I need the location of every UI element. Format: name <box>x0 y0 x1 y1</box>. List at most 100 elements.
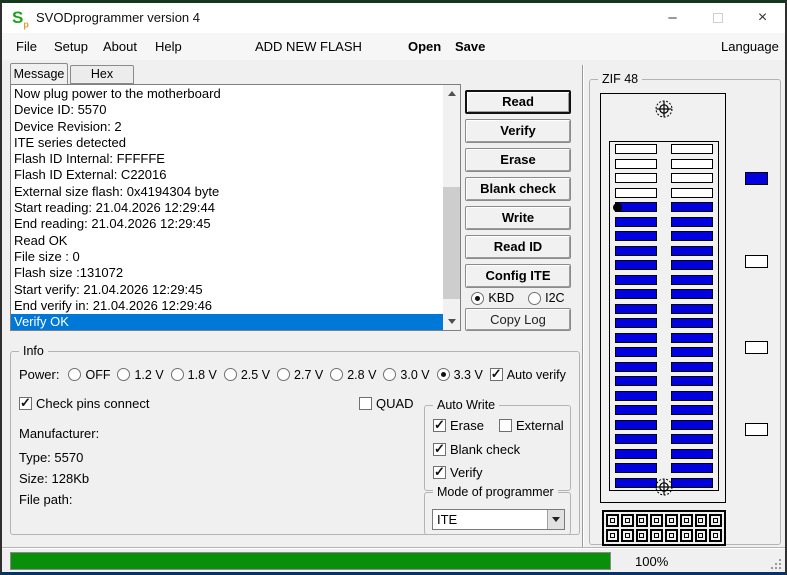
zif-pin <box>615 347 657 358</box>
zif-pin <box>615 260 657 271</box>
scroll-down-icon[interactable] <box>443 313 460 330</box>
radio-icon <box>117 368 131 381</box>
log-line[interactable]: ITE series detected <box>11 135 443 151</box>
zif-pin <box>615 332 657 343</box>
log-line[interactable]: Start reading: 21.04.2026 12:29:44 <box>11 200 443 216</box>
connector-pin <box>679 514 693 527</box>
power-radio-25v[interactable]: 2.5 V <box>223 368 270 382</box>
zif-pin <box>615 158 657 169</box>
power-radio-18v[interactable]: 1.8 V <box>170 368 217 382</box>
menu-item-setup[interactable]: Setup <box>54 39 88 54</box>
zif-pin <box>615 216 657 227</box>
message-log: Now plug power to the motherboard Device … <box>10 84 461 331</box>
title-bar: Sp SVODprogrammer version 4 – × <box>2 3 785 33</box>
bus-radio-kbd-label: KBD <box>488 291 515 305</box>
menu-item-add-new-flash[interactable]: ADD NEW FLASH <box>255 39 362 54</box>
power-radio-28v[interactable]: 2.8 V <box>330 368 376 382</box>
copy-log-button[interactable]: Copy Log <box>465 308 571 331</box>
auto-verify-checkbox[interactable]: Auto verify <box>489 366 566 382</box>
statusbar-divider <box>2 547 785 549</box>
mode-value: ITE <box>437 512 458 527</box>
log-line[interactable]: Device Revision: 2 <box>11 119 443 135</box>
auto-write-verify-checkbox[interactable]: Verify <box>433 464 483 480</box>
log-line[interactable]: Verify OK <box>11 314 443 330</box>
connector-pin <box>606 529 619 542</box>
zif-pin <box>671 448 713 459</box>
config-ite-button[interactable]: Config ITE <box>465 264 571 288</box>
auto-write-erase-checkbox[interactable]: Erase <box>433 417 484 433</box>
auto-write-external-checkbox[interactable]: External <box>499 418 564 433</box>
log-line[interactable]: External size flash: 0x4194304 byte <box>11 184 443 200</box>
read-button[interactable]: Read <box>465 90 571 114</box>
log-line[interactable]: Device ID: 5570 <box>11 102 443 118</box>
menu-bar: File Setup About Help ADD NEW FLASH Open Save L… <box>2 33 785 60</box>
tab-message[interactable]: Message <box>10 63 68 84</box>
log-line[interactable]: Start verify: 21.04.2026 12:29:45 <box>11 282 443 298</box>
zif-pin <box>615 173 657 184</box>
menu-item-help[interactable]: Help <box>155 39 182 54</box>
power-radio-30v[interactable]: 3.0 V <box>383 367 430 382</box>
log-line[interactable]: Flash size :131072 <box>11 265 443 281</box>
log-line[interactable]: Now plug power to the motherboard <box>11 86 443 102</box>
power-radio-33v[interactable]: 3.3 V <box>436 368 483 382</box>
screw-icon <box>655 100 673 118</box>
close-button[interactable]: × <box>740 3 785 33</box>
connector-pin <box>709 529 722 542</box>
log-line[interactable]: End verify in: 21.04.2026 12:29:46 <box>11 298 443 314</box>
radio-icon <box>68 368 82 381</box>
zif-pin <box>615 376 657 387</box>
blank-check-button[interactable]: Blank check <box>465 177 571 201</box>
menu-item-open[interactable]: Open <box>408 39 441 54</box>
check-pins-checkbox[interactable]: Check pins connect <box>19 395 150 411</box>
bus-radio-i2c[interactable]: I2C <box>528 291 565 305</box>
read-id-button[interactable]: Read ID <box>465 235 571 259</box>
zif-pin <box>671 260 713 271</box>
zif-pin-field <box>609 141 719 491</box>
power-radio-30v-label: 3.0 V <box>400 367 430 382</box>
log-line[interactable]: Flash ID Internal: FFFFFE <box>11 151 443 167</box>
tab-hex-viewer[interactable]: Hex Viewer <box>70 65 134 98</box>
erase-button[interactable]: Erase <box>465 148 571 172</box>
radio-icon <box>383 368 397 381</box>
zif-pin <box>671 274 713 285</box>
power-radio-27v[interactable]: 2.7 V <box>277 368 323 382</box>
checkbox-icon <box>433 464 446 480</box>
connector-pin <box>635 529 649 542</box>
power-radio-12v[interactable]: 1.2 V <box>117 368 164 382</box>
connector-pin <box>635 514 649 527</box>
log-line[interactable]: End reading: 21.04.2026 12:29:45 <box>11 216 443 232</box>
minimize-button[interactable]: – <box>650 3 695 33</box>
menu-item-file[interactable]: File <box>16 39 37 54</box>
power-radio-off[interactable]: OFF <box>68 368 110 382</box>
connector-pin <box>606 514 619 527</box>
pin-column-right <box>671 144 713 488</box>
check-pins-checkbox-label: Check pins connect <box>36 396 150 411</box>
bus-radio-kbd[interactable]: KBD <box>471 291 514 305</box>
log-line[interactable]: File size : 0 <box>11 249 443 265</box>
menu-item-about[interactable]: About <box>103 39 137 54</box>
log-line[interactable]: Read OK <box>11 233 443 249</box>
scrollbar-thumb[interactable] <box>443 187 460 299</box>
menu-item-save[interactable]: Save <box>455 39 485 54</box>
auto-write-title: Auto Write <box>433 398 500 412</box>
power-radio-27v-label: 2.7 V <box>294 367 324 382</box>
auto-write-blank-check-checkbox[interactable]: Blank check <box>433 441 520 457</box>
window-title: SVODprogrammer version 4 <box>36 10 200 25</box>
verify-button[interactable]: Verify <box>465 119 571 143</box>
zif-pin <box>671 405 713 416</box>
info-detail-line: Type: 5570 <box>19 450 84 465</box>
info-group-title: Info <box>19 344 48 358</box>
pin-column-left <box>615 144 657 488</box>
resize-grip[interactable] <box>769 557 781 569</box>
zif-pin <box>615 289 657 300</box>
log-line[interactable]: Flash ID External: C22016 <box>11 167 443 183</box>
zif-side-marker <box>745 341 768 354</box>
log-scrollbar[interactable] <box>443 85 460 330</box>
write-button[interactable]: Write <box>465 206 571 230</box>
mode-combobox[interactable]: ITE <box>432 509 565 530</box>
menu-item-language[interactable]: Language <box>721 39 779 54</box>
scroll-up-icon[interactable] <box>443 85 460 102</box>
quad-checkbox[interactable]: QUAD <box>359 396 414 411</box>
combo-dropdown-icon[interactable] <box>547 510 564 529</box>
maximize-button[interactable] <box>695 3 740 33</box>
